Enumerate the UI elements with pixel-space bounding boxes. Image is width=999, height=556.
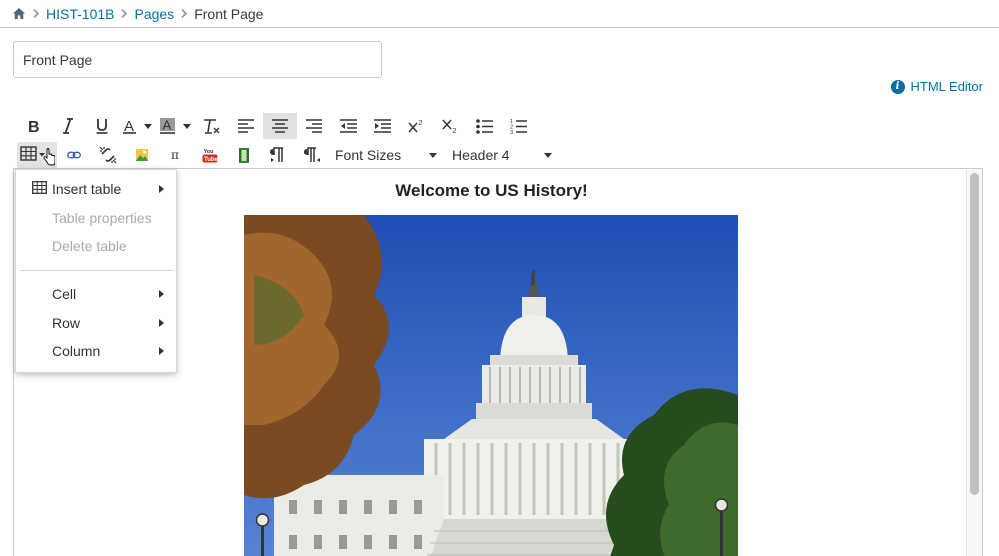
html-editor-toggle[interactable]: i HTML Editor bbox=[890, 79, 983, 94]
math-pi-icon[interactable]: π bbox=[159, 142, 193, 168]
chevron-down-icon bbox=[429, 152, 437, 158]
ltr-paragraph-icon[interactable] bbox=[261, 142, 295, 168]
svg-text:You: You bbox=[204, 149, 214, 155]
breadcrumb-current-page: Front Page bbox=[194, 5, 264, 22]
align-right-icon[interactable] bbox=[297, 113, 331, 139]
rtl-paragraph-icon[interactable] bbox=[295, 142, 329, 168]
menu-item-label: Delete table bbox=[52, 238, 127, 254]
menu-item-row[interactable]: Row bbox=[16, 309, 176, 337]
breadcrumb-course-link[interactable]: HIST-101B bbox=[46, 6, 114, 22]
bullet-list-icon[interactable] bbox=[467, 113, 501, 139]
table-dropdown-menu: Insert table Table properties Delete tab… bbox=[15, 169, 177, 373]
chevron-right-icon bbox=[121, 9, 128, 18]
link-icon[interactable] bbox=[57, 142, 91, 168]
svg-text:2: 2 bbox=[419, 120, 423, 127]
indent-icon[interactable] bbox=[365, 113, 399, 139]
align-left-icon[interactable] bbox=[229, 113, 263, 139]
clear-formatting-icon[interactable] bbox=[195, 113, 229, 139]
svg-text:π: π bbox=[171, 149, 179, 161]
menu-item-table-properties: Table properties bbox=[16, 204, 176, 232]
editor-toolbar-row-2: π You Tube Font Sizes Header 4 bbox=[17, 142, 558, 168]
text-color-icon[interactable]: A bbox=[119, 113, 157, 139]
menu-item-label: Column bbox=[52, 343, 101, 359]
chevron-right-icon bbox=[159, 347, 164, 355]
svg-text:3: 3 bbox=[510, 130, 513, 134]
table-icon bbox=[32, 181, 47, 197]
scrollbar-thumb[interactable] bbox=[970, 173, 979, 495]
numbered-list-icon[interactable]: 123 bbox=[501, 113, 535, 139]
page-title-input[interactable] bbox=[13, 41, 382, 78]
home-icon[interactable] bbox=[12, 7, 26, 21]
underline-icon[interactable] bbox=[85, 113, 119, 139]
chevron-right-icon bbox=[159, 290, 164, 298]
subscript-icon[interactable]: 2 bbox=[433, 113, 467, 139]
breadcrumb: HIST-101B Pages Front Page bbox=[0, 0, 999, 28]
youtube-icon[interactable]: You Tube bbox=[193, 142, 227, 168]
us-capitol-photo[interactable] bbox=[244, 215, 738, 556]
svg-text:Tube: Tube bbox=[204, 157, 218, 163]
superscript-icon[interactable]: 2 bbox=[399, 113, 433, 139]
font-sizes-label: Font Sizes bbox=[335, 147, 402, 163]
menu-item-insert-table[interactable]: Insert table bbox=[16, 175, 176, 203]
info-icon: i bbox=[890, 79, 905, 94]
chevron-right-icon bbox=[159, 185, 164, 193]
chevron-down-icon bbox=[544, 152, 552, 158]
svg-text:A: A bbox=[163, 118, 172, 133]
font-sizes-select[interactable]: Font Sizes bbox=[329, 142, 443, 168]
format-select[interactable]: Header 4 bbox=[446, 142, 558, 168]
italic-icon[interactable] bbox=[51, 113, 85, 139]
chevron-right-icon bbox=[159, 319, 164, 327]
menu-item-cell[interactable]: Cell bbox=[16, 280, 176, 308]
hand-cursor-icon bbox=[43, 148, 55, 166]
editor-scrollbar[interactable] bbox=[966, 169, 982, 556]
table-dropdown-button[interactable] bbox=[17, 142, 57, 168]
table-icon bbox=[20, 146, 37, 161]
chevron-right-icon bbox=[33, 9, 39, 18]
menu-item-label: Insert table bbox=[52, 181, 122, 197]
media-icon[interactable] bbox=[227, 142, 261, 168]
background-color-icon[interactable]: A bbox=[157, 113, 195, 139]
menu-divider bbox=[20, 270, 174, 271]
editor-toolbar-row-1: B A A 2 2 123 bbox=[17, 113, 535, 139]
align-center-icon[interactable] bbox=[263, 113, 297, 139]
unlink-icon[interactable] bbox=[91, 142, 125, 168]
bold-icon[interactable]: B bbox=[17, 113, 51, 139]
format-label: Header 4 bbox=[452, 147, 510, 163]
menu-item-label: Row bbox=[52, 315, 81, 331]
svg-text:2: 2 bbox=[453, 128, 457, 133]
menu-item-column[interactable]: Column bbox=[16, 337, 176, 365]
menu-item-label: Table properties bbox=[52, 210, 152, 226]
html-editor-label: HTML Editor bbox=[910, 79, 983, 94]
menu-item-label: Cell bbox=[52, 286, 77, 302]
svg-text:A: A bbox=[124, 118, 134, 134]
outdent-icon[interactable] bbox=[331, 113, 365, 139]
breadcrumb-pages-link[interactable]: Pages bbox=[134, 6, 174, 22]
image-icon[interactable] bbox=[125, 142, 159, 168]
menu-item-delete-table: Delete table bbox=[16, 232, 176, 260]
chevron-right-icon bbox=[181, 9, 188, 18]
svg-text:B: B bbox=[28, 119, 40, 134]
